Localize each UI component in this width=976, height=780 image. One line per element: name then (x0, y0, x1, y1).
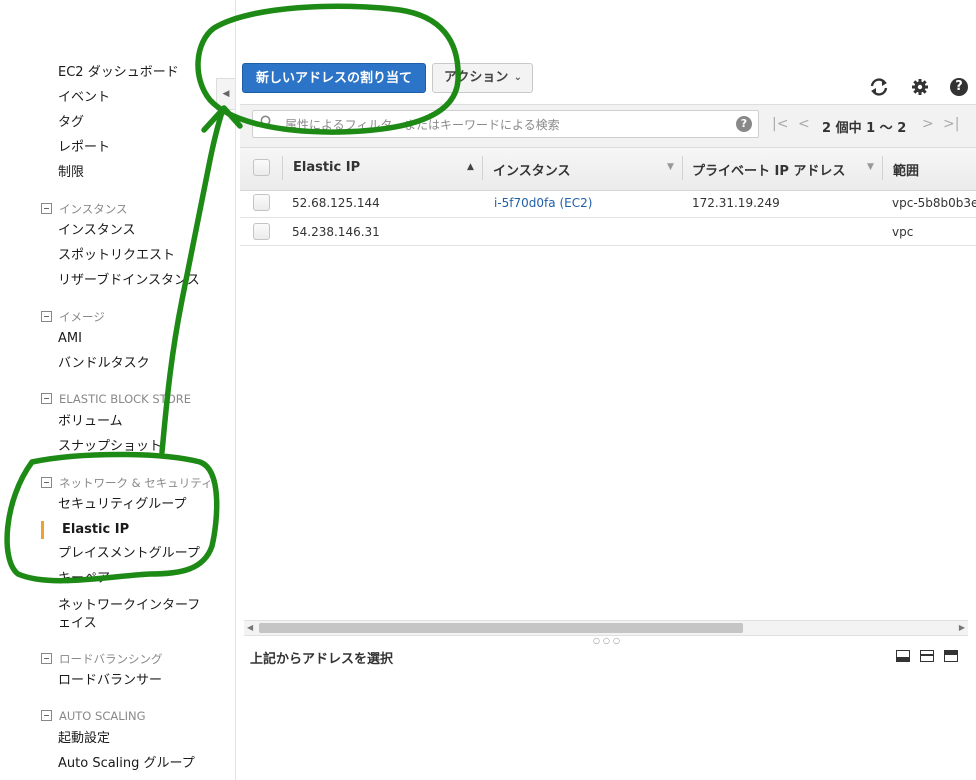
sort-icon[interactable]: ▼ (667, 162, 674, 172)
resize-handle[interactable]: ○○○ (593, 636, 623, 645)
sidebar-item-placement-groups[interactable]: プレイスメントグループ (58, 546, 200, 562)
select-all-checkbox[interactable] (253, 159, 270, 176)
collapse-icon[interactable] (41, 710, 52, 721)
column-divider (282, 156, 283, 180)
collapse-icon[interactable] (41, 477, 52, 488)
section-header-label: ネットワーク & セキュリティ (59, 476, 213, 490)
column-header-instance[interactable]: インスタンス (493, 160, 570, 179)
column-header-scope[interactable]: 範囲 (893, 160, 919, 179)
last-page-icon[interactable]: >| (943, 116, 959, 132)
sidebar-item-events[interactable]: イベント (58, 90, 110, 106)
row-divider (240, 217, 976, 218)
column-header-elastic-ip[interactable]: Elastic IP (293, 160, 360, 175)
sidebar-item-ami[interactable]: AMI (58, 331, 82, 347)
sidebar-item-reports[interactable]: レポート (58, 140, 110, 156)
sidebar-item-ec2-dashboard[interactable]: EC2 ダッシュボード (58, 65, 179, 81)
scroll-left-icon[interactable]: ◀ (247, 621, 253, 635)
sidebar-item-reserved-instances[interactable]: リザーブドインスタンス (58, 273, 200, 289)
scrollbar-thumb[interactable] (259, 623, 743, 633)
search-help-icon[interactable]: ? (736, 116, 752, 132)
sidebar-item-launch-configurations[interactable]: 起動設定 (58, 731, 110, 747)
column-header-private-ip[interactable]: プライベート IP アドレス (692, 160, 845, 179)
gear-icon[interactable] (911, 78, 929, 100)
sort-icon[interactable]: ▼ (867, 162, 874, 172)
cell-instance-link[interactable]: i-5f70d0fa (EC2) (494, 196, 592, 210)
sidebar-collapse-button[interactable]: ◀ (216, 78, 235, 110)
section-header-label: イメージ (59, 310, 105, 324)
section-header-instances[interactable]: インスタンス (41, 201, 128, 217)
cell-scope: vpc-5b8b0b3e (892, 196, 976, 210)
collapse-icon[interactable] (41, 203, 52, 214)
sidebar-nav: EC2 ダッシュボード イベント タグ レポート 制限 インスタンス インスタン… (0, 0, 236, 780)
section-header-ebs[interactable]: ELASTIC BLOCK STORE (41, 392, 191, 406)
sidebar-item-instances[interactable]: インスタンス (58, 223, 135, 239)
first-page-icon[interactable]: |< (772, 116, 788, 132)
help-icon[interactable]: ? (950, 78, 968, 96)
pagination-text: 2 個中 1 ～ 2 (822, 121, 907, 136)
sidebar-item-snapshots[interactable]: スナップショット (58, 439, 162, 455)
sort-asc-icon[interactable]: ▲ (467, 162, 474, 172)
row-checkbox[interactable] (253, 194, 270, 211)
section-header-images[interactable]: イメージ (41, 309, 105, 325)
section-header-label: インスタンス (59, 202, 128, 216)
details-pane-title: 上記からアドレスを選択 (250, 652, 394, 667)
column-divider (882, 156, 883, 180)
cell-elastic-ip: 52.68.125.144 (292, 196, 380, 210)
refresh-icon[interactable] (868, 77, 890, 101)
next-page-icon[interactable]: > (922, 116, 934, 132)
collapse-icon[interactable] (41, 311, 52, 322)
section-header-label: ELASTIC BLOCK STORE (59, 392, 192, 406)
sidebar-item-security-groups[interactable]: セキュリティグループ (58, 497, 186, 513)
search-box: ? (252, 110, 759, 138)
section-header-auto-scaling[interactable]: AUTO SCALING (41, 709, 146, 723)
sidebar-item-elastic-ip[interactable]: Elastic IP (62, 522, 129, 538)
horizontal-scrollbar[interactable]: ◀ ▶ (244, 620, 968, 636)
section-header-network-security[interactable]: ネットワーク & セキュリティ (41, 475, 213, 491)
sidebar-item-key-pairs[interactable]: キーペア (58, 571, 110, 587)
allocate-new-address-button[interactable]: 新しいアドレスの割り当て (242, 63, 426, 93)
sidebar-item-volumes[interactable]: ボリューム (58, 414, 123, 430)
sidebar-item-network-interfaces[interactable]: ネットワークインターフェイス (58, 597, 208, 633)
actions-dropdown[interactable]: アクション ⌄ (432, 63, 533, 93)
section-header-label: ロードバランシング (59, 652, 163, 666)
layout-bottom-icon[interactable] (896, 650, 910, 662)
search-icon (260, 115, 274, 133)
section-header-label: AUTO SCALING (59, 709, 146, 723)
actions-label: アクション (444, 70, 509, 85)
collapse-icon[interactable] (41, 653, 52, 664)
section-header-load-balancing[interactable]: ロードバランシング (41, 651, 163, 667)
layout-split-icon[interactable] (920, 650, 934, 662)
sidebar-item-spot-requests[interactable]: スポットリクエスト (58, 248, 175, 264)
column-divider (482, 156, 483, 180)
row-checkbox[interactable] (253, 223, 270, 240)
chevron-down-icon: ⌄ (513, 72, 522, 83)
cell-scope: vpc (892, 225, 914, 239)
sidebar-item-tags[interactable]: タグ (58, 115, 84, 131)
active-indicator (41, 521, 44, 539)
collapse-icon[interactable] (41, 393, 52, 404)
sidebar-item-load-balancers[interactable]: ロードバランサー (58, 673, 162, 689)
cell-elastic-ip: 54.238.146.31 (292, 225, 380, 239)
chevron-left-icon: ◀ (222, 89, 230, 99)
sidebar-item-bundle-tasks[interactable]: バンドルタスク (58, 356, 150, 372)
column-divider (682, 156, 683, 180)
layout-top-icon[interactable] (944, 650, 958, 662)
row-divider (240, 245, 976, 246)
sidebar-item-auto-scaling-groups[interactable]: Auto Scaling グループ (58, 756, 195, 772)
previous-page-icon[interactable]: < (798, 116, 810, 132)
cell-private-ip: 172.31.19.249 (692, 196, 780, 210)
search-input[interactable] (283, 113, 727, 137)
scroll-right-icon[interactable]: ▶ (959, 621, 965, 635)
sidebar-item-limits[interactable]: 制限 (58, 165, 84, 181)
